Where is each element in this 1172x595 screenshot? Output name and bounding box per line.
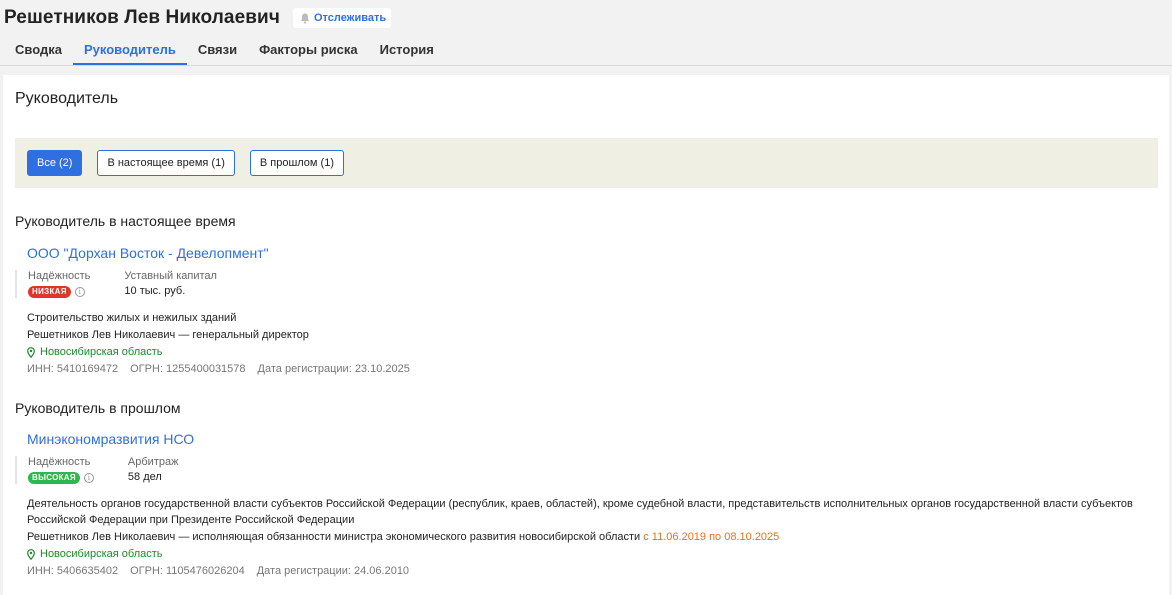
reliability-badge-row: ВЫСОКАЯ i [28, 472, 94, 484]
location-pin-icon [27, 548, 35, 560]
metrics-row: Надёжность ВЫСОКАЯ i Арбитраж 58 дел [15, 456, 1157, 484]
info-icon[interactable]: i [74, 287, 85, 297]
reliability-block: Надёжность ВЫСОКАЯ i [28, 456, 94, 484]
section-title-past: Руководитель в прошлом [15, 400, 181, 416]
activity-text-line1: Деятельность органов государственной вла… [27, 498, 1133, 510]
ogrn-text: ОГРН: 1255400031578 [130, 363, 246, 375]
reliability-label: Надёжность [28, 456, 91, 468]
tab-manager[interactable]: Руководитель [72, 39, 187, 65]
arbitration-value: 58 дел [127, 471, 162, 483]
reg-date-text: Дата регистрации: 24.06.2010 [256, 565, 410, 577]
section-title-current: Руководитель в настоящее время [15, 213, 236, 229]
reliability-badge: ВЫСОКАЯ [28, 472, 80, 484]
company-card-current: ООО "Дорхан Восток - Девелопмент" Надёжн… [15, 245, 1157, 377]
tab-summary[interactable]: Сводка [4, 39, 73, 65]
company-card-past: Минэкономразвития НСО Надёжность ВЫСОКАЯ… [15, 431, 1157, 579]
filter-all-button[interactable]: Все (2) [27, 150, 83, 176]
tab-connections[interactable]: Связи [187, 39, 248, 65]
reliability-badge-row: НИЗКАЯ i [28, 286, 90, 298]
arbitration-block: Арбитраж 58 дел [128, 456, 179, 484]
arbitration-label: Арбитраж [127, 456, 179, 468]
bell-icon [300, 13, 310, 24]
role-text: Решетников Лев Николаевич — генеральный … [27, 329, 309, 341]
person-name: Решетников Лев Николаевич [4, 7, 280, 28]
inn-text: ИНН: 5410169472 [27, 363, 119, 375]
activity-text: Строительство жилых и нежилых зданий [27, 312, 237, 324]
region-row: Новосибирская область [27, 344, 1157, 360]
location-pin-icon [27, 346, 35, 358]
title-row: Решетников Лев Николаевич Отслеживать [4, 7, 392, 29]
tab-history[interactable]: История [369, 39, 445, 65]
capital-block: Уставный капитал 10 тыс. руб. [124, 270, 217, 298]
page-header: Решетников Лев Николаевич Отслеживать Св… [0, 0, 1172, 66]
role-text: Решетников Лев Николаевич — исполняющая … [27, 531, 641, 543]
filter-current-button[interactable]: В настоящее время (1) [97, 150, 235, 176]
reg-date-text: Дата регистрации: 23.10.2025 [257, 363, 410, 375]
company-link[interactable]: ООО "Дорхан Восток - Девелопмент" [27, 245, 269, 261]
capital-label: Уставный капитал [124, 270, 217, 282]
activity-text-line2: Российской Федерации при Президенте Росс… [27, 514, 355, 526]
page-title: Руководитель [15, 90, 119, 107]
period-text: с 11.06.2019 по 08.10.2025 [643, 531, 780, 543]
inn-text: ИНН: 5406635402 [27, 565, 119, 577]
tab-bar: Сводка Руководитель Связи Факторы риска … [4, 39, 445, 66]
reliability-badge: НИЗКАЯ [28, 286, 71, 298]
tab-risk-factors[interactable]: Факторы риска [248, 39, 369, 65]
follow-button[interactable]: Отслеживать [292, 8, 392, 28]
region-row: Новосибирская область [27, 546, 1157, 562]
reliability-label: Надёжность [28, 270, 91, 282]
capital-value: 10 тыс. руб. [124, 285, 186, 297]
company-link[interactable]: Минэкономразвития НСО [27, 431, 194, 447]
region-text: Новосибирская область [40, 346, 163, 358]
filter-past-button[interactable]: В прошлом (1) [249, 150, 344, 176]
ogrn-text: ОГРН: 1105476026204 [130, 565, 245, 577]
follow-label: Отслеживать [313, 12, 387, 24]
filter-bar: Все (2) В настоящее время (1) В прошлом … [15, 138, 1158, 188]
ids-row: ИНН: 5406635402 ОГРН: 1105476026204 Дата… [27, 563, 1157, 579]
reliability-block: Надёжность НИЗКАЯ i [28, 270, 90, 298]
metrics-row: Надёжность НИЗКАЯ i Уставный капитал 10 … [15, 270, 1157, 298]
ids-row: ИНН: 5410169472 ОГРН: 1255400031578 Дата… [27, 361, 1157, 377]
role-row: Решетников Лев Николаевич — исполняющая … [27, 529, 1157, 545]
info-icon[interactable]: i [83, 473, 94, 483]
region-text: Новосибирская область [40, 548, 163, 560]
content-panel: Руководитель Все (2) В настоящее время (… [3, 75, 1169, 595]
